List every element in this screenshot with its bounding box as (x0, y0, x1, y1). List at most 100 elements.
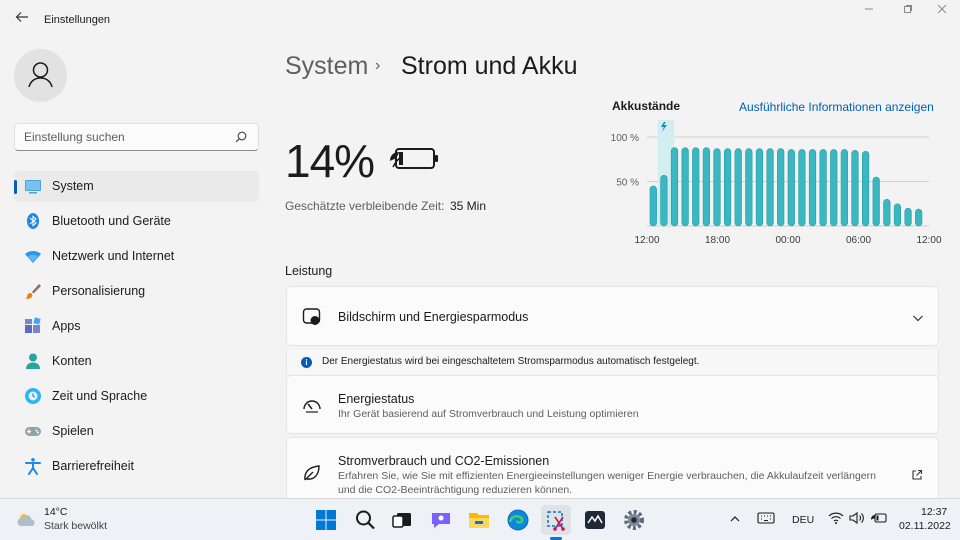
x-tick-label: 12:00 (634, 235, 659, 246)
battery-level-bar (787, 149, 795, 227)
settings-gear-icon[interactable] (619, 505, 649, 535)
file-explorer-icon[interactable] (464, 505, 494, 535)
leaf-icon (302, 463, 322, 483)
sidebar-item-bluetooth[interactable]: Bluetooth und Geräte (14, 206, 259, 237)
x-tick-label: 18:00 (705, 235, 730, 246)
battery-level-bar (670, 147, 679, 227)
chat-icon[interactable] (426, 505, 456, 535)
battery-level-bar (904, 207, 912, 227)
search-icon[interactable] (234, 130, 248, 144)
sidebar-item-time-language[interactable]: Zeit und Sprache (14, 381, 259, 412)
user-avatar[interactable] (14, 49, 67, 102)
sidebar-item-label: Personalisierung (52, 284, 146, 298)
sidebar-item-personalization[interactable]: Personalisierung (14, 276, 259, 307)
keyboard-icon[interactable] (757, 511, 775, 525)
sidebar-item-label: Zeit und Sprache (52, 389, 148, 403)
battery-charging-icon (388, 143, 440, 173)
y-tick-label: 100 % (611, 133, 639, 144)
info-text: Der Energiestatus wird bei eingeschaltet… (322, 356, 700, 367)
sidebar-item-label: Netzwerk und Internet (52, 249, 175, 263)
battery-level-bar (649, 185, 657, 227)
x-tick-label: 06:00 (846, 235, 871, 246)
sidebar-item-gaming[interactable]: Spielen (14, 416, 259, 447)
bluetooth-icon (24, 212, 42, 230)
x-tick-label: 00:00 (775, 235, 800, 246)
page-title: Strom und Akku (401, 52, 578, 80)
clock-date[interactable]: 02.11.2022 (899, 520, 951, 532)
title-bar: Einstellungen (0, 0, 960, 40)
chart-title: Akkustände (612, 99, 681, 113)
sidebar-item-label: Barrierefreiheit (52, 459, 134, 473)
card-subtitle: Ihr Gerät basierend auf Stromverbrauch u… (338, 408, 639, 420)
sidebar-item-system[interactable]: System (14, 171, 259, 202)
remaining-time-label: Geschätzte verbleibende Zeit: (285, 199, 445, 213)
remaining-time-value: 35 Min (450, 199, 487, 213)
battery-level-bar (872, 176, 880, 227)
battery-level-bar (745, 148, 753, 227)
sidebar-item-accounts[interactable]: Konten (14, 346, 259, 377)
minimize-icon[interactable] (854, 4, 884, 20)
info-icon: i (301, 357, 312, 368)
breadcrumb-system[interactable]: System (285, 52, 368, 81)
battery-level-bar (766, 148, 774, 227)
window-title: Einstellungen (44, 14, 111, 26)
screen-sleep-icon (302, 307, 322, 327)
clock-time[interactable]: 12:37 (921, 506, 947, 518)
windows-start-icon[interactable] (311, 505, 341, 535)
battery-level-bar (851, 150, 859, 227)
back-arrow-icon[interactable] (12, 10, 32, 30)
volume-icon[interactable] (849, 511, 865, 525)
info-bar: i Der Energiestatus wird bei eingeschalt… (286, 350, 939, 374)
battery-icon[interactable] (870, 510, 888, 526)
app-icon[interactable] (580, 505, 610, 535)
edge-icon[interactable] (503, 505, 533, 535)
battery-level-bar (830, 149, 838, 227)
power-co2-card[interactable]: Stromverbrauch und CO2-Emissionen Erfahr… (286, 437, 939, 507)
battery-level-bar (702, 147, 710, 227)
breadcrumb-separator: › (375, 57, 381, 74)
taskbar: 14°C Stark bewölkt DEU 12:37 02.11.2022 (0, 498, 960, 540)
card-subtitle-line2: und die CO2-Beeinträchtigung reduzieren … (338, 484, 573, 496)
cloud-weather-icon[interactable] (15, 509, 39, 529)
system-icon (24, 177, 42, 195)
wifi-icon[interactable] (828, 511, 844, 525)
card-title: Bildschirm und Energiesparmodus (338, 310, 529, 324)
card-title: Energiestatus (338, 392, 415, 406)
x-tick-label: 12:00 (916, 235, 941, 246)
power-mode-card[interactable]: Energiestatus Ihr Gerät basierend auf St… (286, 375, 939, 434)
sidebar-item-apps[interactable]: Apps (14, 311, 259, 342)
sidebar-item-label: Bluetooth und Geräte (52, 214, 171, 228)
battery-level-bar (893, 203, 902, 227)
settings-search-box[interactable] (14, 123, 259, 151)
globe-clock-icon (24, 387, 42, 405)
sidebar-item-accessibility[interactable]: Barrierefreiheit (14, 451, 259, 482)
brush-icon (24, 282, 42, 300)
battery-level-bar (713, 148, 721, 227)
language-indicator[interactable]: DEU (792, 514, 814, 526)
screen-energy-saver-card[interactable]: Bildschirm und Energiesparmodus (286, 286, 939, 346)
close-icon[interactable] (927, 4, 957, 20)
maximize-icon[interactable] (893, 4, 923, 20)
chevron-up-icon[interactable] (728, 512, 742, 526)
sidebar-item-label: Spielen (52, 424, 94, 438)
chevron-down-icon[interactable] (912, 311, 924, 323)
gauge-icon (302, 396, 322, 416)
battery-level-bar (777, 148, 785, 227)
battery-level-bar (681, 147, 689, 227)
task-view-icon[interactable] (388, 505, 418, 535)
battery-percentage: 14% (285, 135, 375, 187)
sidebar-item-label: System (52, 179, 94, 193)
battery-level-bar (734, 148, 742, 227)
apps-icon (24, 317, 42, 335)
detailed-info-link[interactable]: Ausführliche Informationen anzeigen (739, 100, 934, 114)
sidebar-item-network[interactable]: Netzwerk und Internet (14, 241, 259, 272)
snipping-tool-icon[interactable] (541, 505, 571, 535)
person-icon (24, 352, 42, 370)
sidebar-item-label: Konten (52, 354, 92, 368)
external-link-icon[interactable] (911, 468, 923, 480)
search-icon[interactable] (350, 505, 380, 535)
battery-level-bar (808, 149, 817, 227)
search-input[interactable] (15, 124, 225, 150)
battery-level-bar (692, 147, 700, 227)
card-subtitle-line1: Erfahren Sie, wie Sie mit effizienten En… (338, 470, 876, 482)
